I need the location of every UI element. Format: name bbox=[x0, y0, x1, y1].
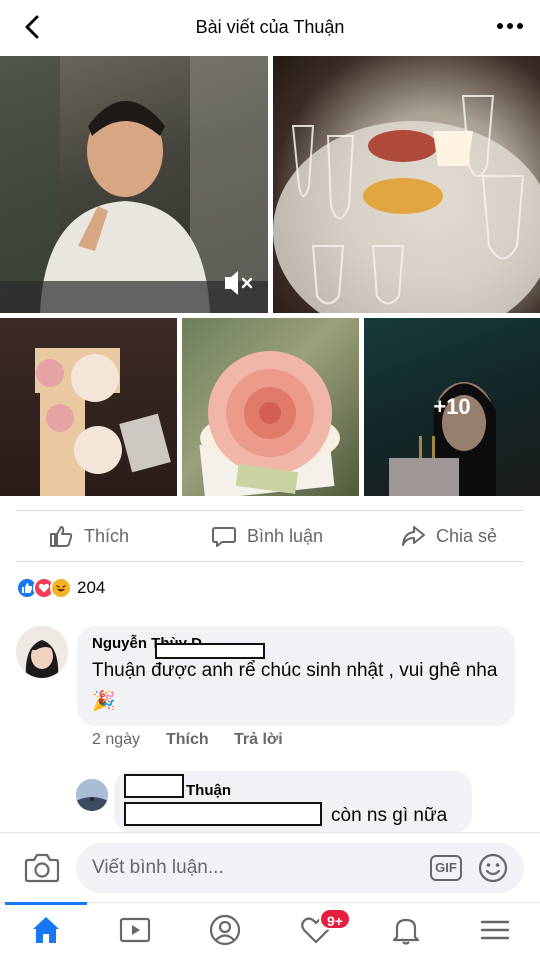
avatar[interactable] bbox=[16, 626, 68, 678]
haha-icon bbox=[50, 577, 72, 599]
active-tab-indicator bbox=[5, 902, 87, 905]
redaction-box bbox=[124, 802, 322, 826]
share-icon bbox=[402, 526, 425, 546]
profile-icon[interactable] bbox=[205, 910, 245, 950]
like-icon bbox=[50, 526, 73, 547]
reply-text: còn ns gì nữa bbox=[331, 805, 448, 826]
gif-button[interactable]: GIF bbox=[430, 855, 462, 881]
comment-button[interactable]: Bình luận bbox=[211, 514, 323, 558]
comment-icon bbox=[212, 527, 236, 547]
reply-author[interactable]: Thuận bbox=[186, 782, 231, 799]
comment-time: 2 ngày bbox=[92, 731, 141, 748]
comment-like-link[interactable]: Thích bbox=[166, 731, 209, 749]
share-button[interactable]: Chia sẻ bbox=[400, 514, 497, 558]
share-label: Chia sẻ bbox=[436, 525, 498, 546]
menu-icon[interactable] bbox=[475, 910, 515, 950]
photo-3[interactable] bbox=[0, 318, 177, 496]
reaction-count: 204 bbox=[77, 578, 106, 597]
photo-5[interactable]: +10 bbox=[364, 318, 540, 496]
comment-label: Bình luận bbox=[247, 525, 324, 546]
post-screen: Bài viết của Thuận +10 Thích Bình luận C… bbox=[0, 0, 540, 960]
like-button[interactable]: Thích bbox=[48, 514, 129, 558]
divider bbox=[16, 510, 524, 511]
divider bbox=[16, 561, 524, 562]
comment-like-label: Thích bbox=[166, 731, 209, 748]
watch-icon[interactable] bbox=[115, 910, 155, 950]
emoji-icon[interactable] bbox=[478, 853, 508, 883]
reactions-summary[interactable]: 204 bbox=[16, 576, 105, 600]
bell-icon[interactable] bbox=[386, 910, 426, 950]
redaction-box bbox=[124, 774, 184, 798]
camera-icon[interactable] bbox=[24, 851, 60, 885]
like-label: Thích bbox=[84, 525, 130, 546]
photo-2[interactable] bbox=[273, 56, 540, 313]
comment-reply-label: Trả lời bbox=[234, 731, 283, 748]
photo-1[interactable] bbox=[0, 56, 268, 313]
comment-placeholder: Viết bình luận... bbox=[92, 857, 224, 878]
bottom-tab-bar bbox=[0, 902, 540, 960]
notification-badge: 9+ bbox=[319, 908, 351, 930]
photo-4[interactable] bbox=[182, 318, 359, 496]
comment-reply-link[interactable]: Trả lời bbox=[234, 731, 283, 749]
more-options-icon[interactable] bbox=[494, 14, 526, 38]
home-icon[interactable] bbox=[26, 910, 66, 950]
page-title: Bài viết của Thuận bbox=[195, 17, 345, 37]
more-photos-overlay[interactable]: +10 bbox=[364, 318, 540, 496]
comment-text: Thuận được anh rể chúc sinh nhật , vui g… bbox=[92, 660, 498, 712]
avatar[interactable] bbox=[76, 779, 108, 811]
